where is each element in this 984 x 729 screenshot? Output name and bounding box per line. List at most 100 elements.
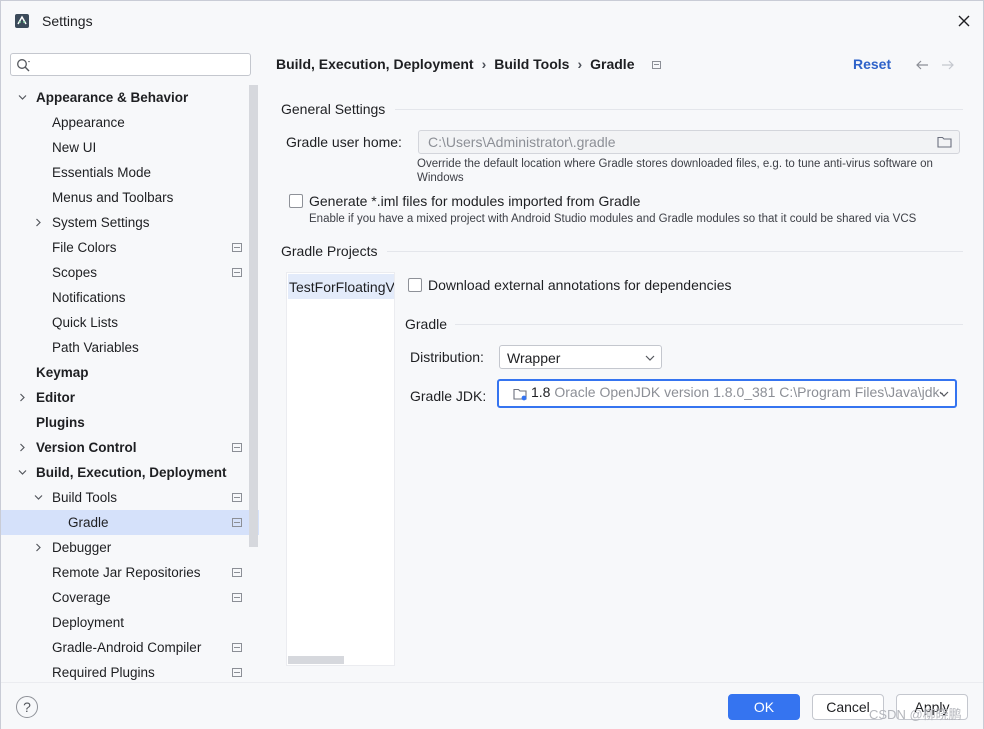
project-scope-icon xyxy=(232,268,242,277)
breadcrumb-item: Build, Execution, Deployment xyxy=(276,56,474,72)
sidebar-item-label: Path Variables xyxy=(52,340,139,355)
sidebar-item[interactable]: Coverage xyxy=(1,585,259,610)
sidebar-item[interactable]: Appearance & Behavior xyxy=(1,85,259,110)
breadcrumb: Build, Execution, Deployment › Build Tools… xyxy=(276,56,662,72)
breadcrumb-separator-icon: › xyxy=(577,56,583,72)
help-button[interactable]: ? xyxy=(16,696,38,718)
breadcrumb-item: Gradle xyxy=(590,56,635,72)
gradle-home-hint: Override the default location where Grad… xyxy=(417,158,933,170)
project-list-item[interactable]: TestForFloatingV xyxy=(288,274,394,299)
jdk-folder-icon xyxy=(513,388,527,401)
gradle-jdk-dropdown[interactable]: 1.8 Oracle OpenJDK version 1.8.0_381 C:\… xyxy=(497,379,957,408)
sidebar-item[interactable]: Editor xyxy=(1,385,259,410)
download-annotations-checkbox[interactable] xyxy=(408,278,422,292)
gradle-home-field[interactable]: C:\Users\Administrator\.gradle xyxy=(418,130,960,154)
chevron-down-icon[interactable] xyxy=(18,93,27,102)
close-icon[interactable] xyxy=(954,11,974,31)
sidebar-item-label: Gradle xyxy=(68,515,109,530)
sidebar-item-label: Build, Execution, Deployment xyxy=(36,465,227,480)
distribution-dropdown[interactable]: Wrapper xyxy=(499,345,662,369)
generate-iml-label: Generate *.iml files for modules importe… xyxy=(309,193,641,209)
sidebar-item-label: Debugger xyxy=(52,540,112,555)
sidebar-item-label: File Colors xyxy=(52,240,117,255)
sidebar-item[interactable]: Keymap xyxy=(1,360,259,385)
back-arrow-icon[interactable] xyxy=(915,59,929,71)
sidebar-item-label: Appearance xyxy=(52,115,125,130)
dialog-footer: ? OK Cancel Apply CSDN @柳晓鹏 xyxy=(1,682,983,729)
android-studio-icon xyxy=(15,14,29,28)
sidebar-item-label: Deployment xyxy=(52,615,125,630)
forward-arrow-icon[interactable] xyxy=(941,59,955,71)
project-scope-icon xyxy=(232,668,242,677)
sidebar-item[interactable]: System Settings xyxy=(1,210,259,235)
chevron-down-icon[interactable] xyxy=(34,493,43,502)
sidebar-item-label: Menus and Toolbars xyxy=(52,190,174,205)
sidebar-item-label: Remote Jar Repositories xyxy=(52,565,201,580)
project-scope-icon xyxy=(232,643,242,652)
breadcrumb-item: Build Tools xyxy=(494,56,570,72)
project-list-scrollbar[interactable] xyxy=(288,656,344,664)
sidebar-item-label: Gradle-Android Compiler xyxy=(52,640,202,655)
chevron-right-icon[interactable] xyxy=(18,393,27,402)
folder-icon[interactable] xyxy=(937,136,952,148)
project-scope-icon xyxy=(232,493,242,502)
sidebar-item-label: Appearance & Behavior xyxy=(36,90,189,105)
gradle-jdk-label: Gradle JDK: xyxy=(410,388,487,404)
sidebar-item[interactable]: Version Control xyxy=(1,435,259,460)
general-settings-title: General Settings xyxy=(281,101,386,117)
sidebar-item-label: Essentials Mode xyxy=(52,165,152,180)
sidebar-item-label: Scopes xyxy=(52,265,98,280)
sidebar-item[interactable]: Deployment xyxy=(1,610,259,635)
window-title: Settings xyxy=(42,13,93,29)
reset-link[interactable]: Reset xyxy=(853,56,891,72)
breadcrumb-separator-icon: › xyxy=(481,56,487,72)
jdk-version: 1.8 xyxy=(531,384,551,400)
sidebar-item[interactable]: Debugger xyxy=(1,535,259,560)
distribution-label: Distribution: xyxy=(410,349,484,365)
sidebar-item[interactable]: Build, Execution, Deployment xyxy=(1,460,259,485)
gradle-home-hint-cont: Windows xyxy=(417,172,464,184)
title-bar: Settings xyxy=(1,1,983,41)
sidebar-scrollbar[interactable] xyxy=(249,85,258,547)
sidebar-item[interactable]: Path Variables xyxy=(1,335,259,360)
gradle-home-label: Gradle user home: xyxy=(286,134,402,150)
watermark-text: CSDN @柳晓鹏 xyxy=(869,707,962,722)
sidebar-item[interactable]: Gradle-Android Compiler xyxy=(1,635,259,660)
chevron-down-icon[interactable] xyxy=(18,468,27,477)
section-divider xyxy=(387,251,963,252)
section-divider xyxy=(455,324,963,325)
section-divider xyxy=(395,109,963,110)
sidebar-item[interactable]: New UI xyxy=(1,135,259,160)
settings-dialog: Settings Appearance & Behavior Appearance… xyxy=(0,0,984,729)
sidebar-item[interactable]: Menus and Toolbars xyxy=(1,185,259,210)
chevron-right-icon[interactable] xyxy=(34,543,43,552)
sidebar-item[interactable]: Scopes xyxy=(1,260,259,285)
distribution-value: Wrapper xyxy=(507,350,561,366)
gradle-settings-panel: Build, Execution, Deployment › Build Tools… xyxy=(259,41,983,682)
chevron-right-icon[interactable] xyxy=(18,443,27,452)
project-scope-icon xyxy=(232,243,242,252)
sidebar-item[interactable]: Gradle xyxy=(1,510,259,535)
search-input[interactable] xyxy=(39,56,244,73)
chevron-right-icon[interactable] xyxy=(34,218,43,227)
chevron-down-icon xyxy=(645,355,655,361)
jdk-description: Oracle OpenJDK version 1.8.0_381 C:\Prog… xyxy=(554,384,943,400)
sidebar-item[interactable]: Remote Jar Repositories xyxy=(1,560,259,585)
generate-iml-hint: Enable if you have a mixed project with … xyxy=(309,213,917,225)
sidebar-item[interactable]: Build Tools xyxy=(1,485,259,510)
sidebar-item[interactable]: Appearance xyxy=(1,110,259,135)
sidebar-item[interactable]: Essentials Mode xyxy=(1,160,259,185)
generate-iml-checkbox[interactable] xyxy=(289,194,303,208)
sidebar-item-label: System Settings xyxy=(52,215,150,230)
project-scope-icon xyxy=(232,443,242,452)
sidebar-item[interactable]: Quick Lists xyxy=(1,310,259,335)
download-annotations-label: Download external annotations for depend… xyxy=(428,277,732,293)
sidebar-item[interactable]: Plugins xyxy=(1,410,259,435)
ok-button[interactable]: OK xyxy=(728,694,800,720)
project-scope-icon xyxy=(232,593,242,602)
project-scope-icon xyxy=(652,61,662,70)
gradle-project-list: TestForFloatingV xyxy=(286,272,395,666)
settings-search[interactable] xyxy=(10,53,251,76)
sidebar-item[interactable]: Notifications xyxy=(1,285,259,310)
sidebar-item[interactable]: File Colors xyxy=(1,235,259,260)
